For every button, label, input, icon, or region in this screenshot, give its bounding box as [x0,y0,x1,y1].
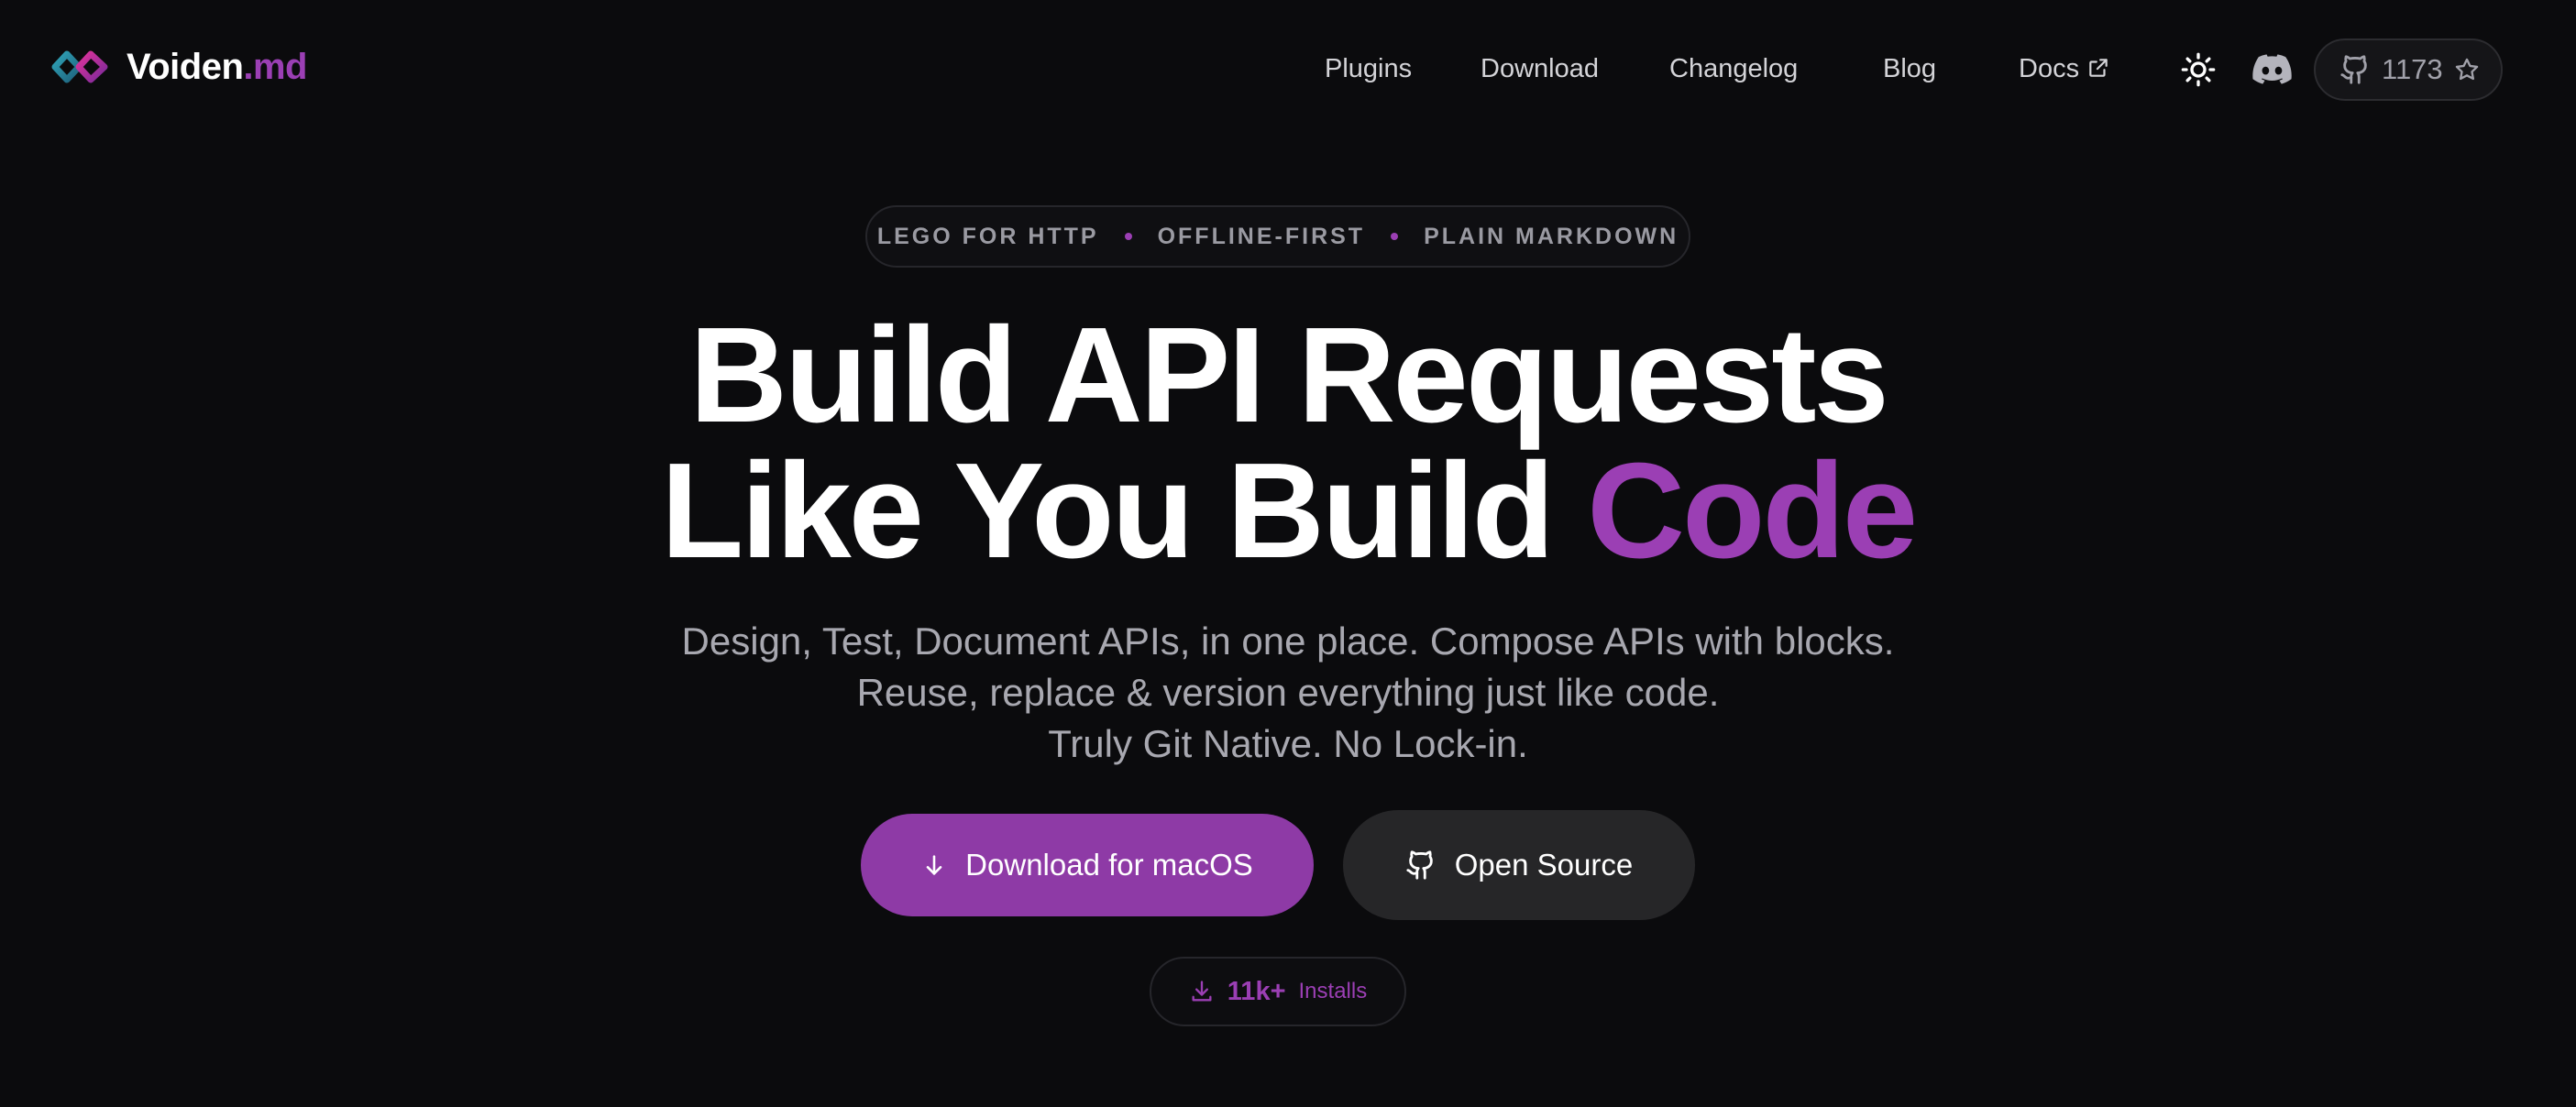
badge-lego-for-http: LEGO FOR HTTP [876,223,1099,249]
github-star-count: 1173 [2382,53,2443,85]
badge-separator-dot [1391,233,1399,240]
nav-plugins[interactable]: Plugins [1325,50,1412,87]
open-source-label: Open Source [1454,848,1634,882]
headline-line-2: Like You Build Code [0,444,2576,579]
headline-line-2-text: Like You Build [660,435,1555,586]
site-header: Voiden.md Plugins Download Changelog Blo… [0,0,2576,139]
nav-changelog[interactable]: Changelog [1669,50,1798,87]
hero-headline: Build API Requests Like You Build Code [0,308,2576,579]
badge-offline-first: OFFLINE-FIRST [1157,223,1366,249]
github-stars-button[interactable]: 1173 [2314,38,2503,101]
subtitle-line-3: Truly Git Native. No Lock-in. [1048,722,1528,765]
github-icon [1406,850,1433,880]
subtitle-line-1: Design, Test, Document APIs, in one plac… [681,619,1895,663]
arrow-down-icon [926,855,942,875]
download-tray-icon [1192,981,1212,1002]
sun-icon [2181,52,2216,87]
github-icon [2340,55,2367,84]
theme-toggle-button[interactable] [2174,46,2222,93]
discord-button[interactable] [2248,46,2295,93]
download-macos-button[interactable]: Download for macOS [861,814,1314,916]
headline-line-1: Build API Requests [689,300,1889,451]
hero-subtitle: Design, Test, Document APIs, in one plac… [0,616,2576,770]
star-icon [2455,58,2478,81]
nav-docs[interactable]: Docs [2019,50,2110,87]
installs-badge: 11k+ Installs [1150,957,1406,1026]
download-macos-label: Download for macOS [965,848,1253,882]
feature-badges: LEGO FOR HTTP OFFLINE-FIRST PLAIN MARKDO… [865,205,1690,268]
nav-docs-label: Docs [2019,54,2080,83]
nav-blog[interactable]: Blog [1883,50,1936,87]
installs-label: Installs [1298,979,1368,1003]
installs-count: 11k+ [1227,976,1286,1006]
open-source-button[interactable]: Open Source [1343,810,1695,920]
headline-accent-word: Code [1587,435,1918,586]
badge-plain-markdown: PLAIN MARKDOWN [1424,223,1679,249]
discord-icon [2252,54,2292,84]
badge-separator-dot [1124,233,1132,240]
external-link-icon [2089,59,2108,77]
nav-download[interactable]: Download [1481,50,1599,87]
subtitle-line-2: Reuse, replace & version everything just… [856,671,1720,714]
